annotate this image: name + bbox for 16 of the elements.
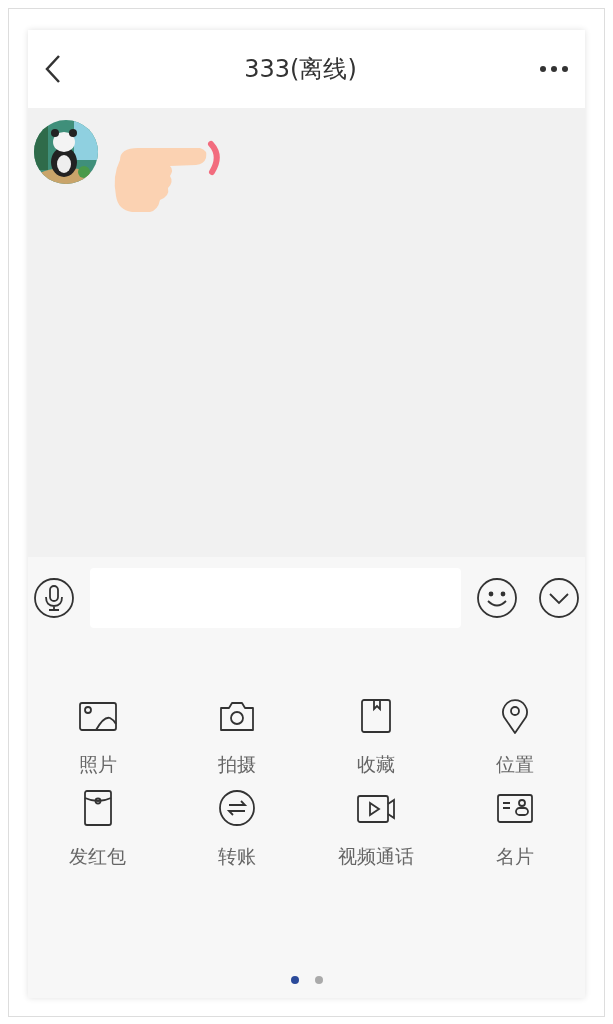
- emoji-icon[interactable]: [477, 578, 517, 618]
- more-icon[interactable]: [539, 65, 569, 73]
- action-button[interactable]: 发红包: [28, 786, 168, 870]
- chat-title: 333(离线): [244, 54, 357, 85]
- action-button[interactable]: 拍摄: [167, 694, 307, 778]
- action-button[interactable]: 收藏: [306, 694, 446, 778]
- page-dot[interactable]: [290, 976, 299, 984]
- action-button[interactable]: 视频通话: [306, 786, 446, 870]
- action-button[interactable]: 位置: [445, 694, 585, 778]
- collapse-icon[interactable]: [539, 578, 579, 618]
- action-button[interactable]: 照片: [28, 694, 168, 778]
- microphone-icon[interactable]: [34, 578, 74, 618]
- action-button[interactable]: 名片: [445, 786, 585, 870]
- page-dot[interactable]: [314, 976, 323, 984]
- action-button[interactable]: 转账: [167, 786, 307, 870]
- back-icon[interactable]: [44, 54, 62, 84]
